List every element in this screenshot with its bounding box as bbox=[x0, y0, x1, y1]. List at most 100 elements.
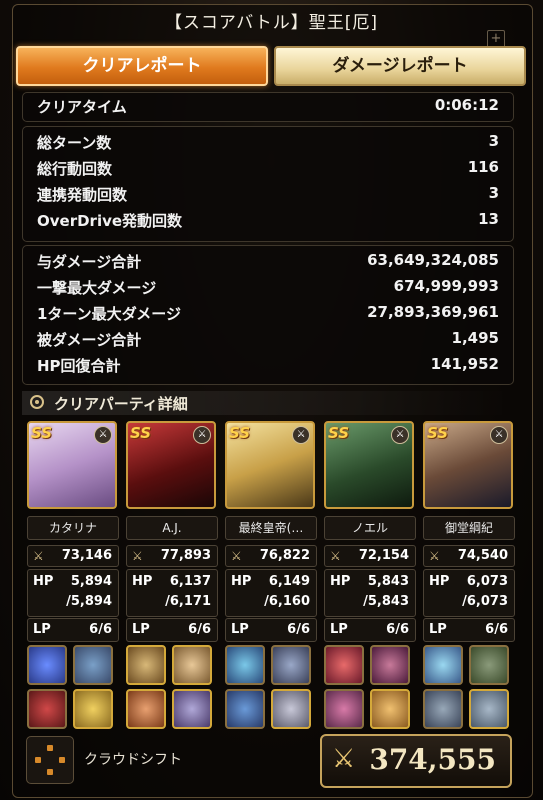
stat-label: 連携発動回数 bbox=[37, 186, 128, 204]
crossed-swords-icon: ⚔ bbox=[330, 549, 341, 563]
character-name: A.J. bbox=[126, 516, 218, 540]
lp-label: LP bbox=[231, 622, 249, 637]
dot-icon bbox=[35, 757, 41, 763]
lp-value: 6/6 bbox=[386, 622, 409, 637]
lp-label: LP bbox=[330, 622, 348, 637]
stat-value: 63,649,324,085 bbox=[367, 251, 499, 269]
hp-label: HP bbox=[231, 574, 252, 589]
style-rank-badge: SS bbox=[427, 424, 449, 442]
party-list: SS ⚔ カタリナ ⚔ 73,146 HP 5,894 /5,894 LP 6/… bbox=[27, 421, 517, 729]
hp-current: 6,149 bbox=[268, 574, 310, 589]
accessory-equip-icon[interactable] bbox=[469, 689, 509, 729]
lp-label: LP bbox=[33, 622, 51, 637]
party-member[interactable]: SS ⚔ 御堂綱紀 ⚔ 74,540 HP 6,073 /6,073 LP 6/… bbox=[423, 421, 517, 729]
hp-box: HP 5,843 /5,843 bbox=[324, 569, 416, 617]
lp-box: LP 6/6 bbox=[27, 618, 119, 642]
power-value: 77,893 bbox=[160, 548, 211, 563]
character-portrait[interactable]: SS ⚔ bbox=[324, 421, 414, 509]
style-rank-badge: SS bbox=[31, 424, 53, 442]
lp-label: LP bbox=[429, 622, 447, 637]
stat-label: 総ターン数 bbox=[37, 134, 112, 152]
crossed-swords-icon: ⚔ bbox=[231, 549, 242, 563]
target-icon bbox=[30, 395, 44, 409]
weapon-equip-icon[interactable] bbox=[423, 645, 463, 685]
weapon-equip-icon[interactable] bbox=[324, 645, 364, 685]
tab-clear-report[interactable]: クリアレポート bbox=[16, 46, 268, 86]
armor-equip-icon[interactable] bbox=[73, 645, 113, 685]
party-member[interactable]: SS ⚔ カタリナ ⚔ 73,146 HP 5,894 /5,894 LP 6/… bbox=[27, 421, 121, 729]
lp-label: LP bbox=[132, 622, 150, 637]
dot-icon bbox=[47, 769, 53, 775]
accessory-equip-icon[interactable] bbox=[172, 689, 212, 729]
armor-equip-icon[interactable] bbox=[370, 645, 410, 685]
stat-value: 13 bbox=[478, 210, 499, 228]
total-power-box: ⚔ 374,555 bbox=[320, 734, 512, 788]
power-bar: ⚔ 72,154 bbox=[324, 545, 416, 567]
stat-value: 141,952 bbox=[430, 355, 499, 373]
dot-icon bbox=[47, 745, 53, 751]
stat-value: 116 bbox=[467, 158, 499, 176]
stat-value: 1,495 bbox=[451, 329, 499, 347]
stat-label: 被ダメージ合計 bbox=[37, 331, 142, 349]
sword-icon: ⚔ bbox=[94, 426, 112, 444]
hp-box: HP 6,073 /6,073 bbox=[423, 569, 515, 617]
power-value: 74,540 bbox=[457, 548, 508, 563]
power-bar: ⚔ 74,540 bbox=[423, 545, 515, 567]
accessory-equip-icon[interactable] bbox=[73, 689, 113, 729]
party-member[interactable]: SS ⚔ ノエル ⚔ 72,154 HP 5,843 /5,843 LP 6/6 bbox=[324, 421, 418, 729]
hp-max: /5,894 bbox=[66, 594, 112, 609]
cloud-shift-button[interactable] bbox=[26, 736, 74, 784]
stat-value: 3 bbox=[488, 132, 499, 150]
power-value: 76,822 bbox=[259, 548, 310, 563]
stat-row: 被ダメージ合計 1,495 bbox=[23, 326, 513, 352]
hp-label: HP bbox=[132, 574, 153, 589]
stat-label: 一撃最大ダメージ bbox=[37, 279, 157, 297]
power-value: 73,146 bbox=[61, 548, 112, 563]
power-bar: ⚔ 76,822 bbox=[225, 545, 317, 567]
armor-equip-icon[interactable] bbox=[469, 645, 509, 685]
power-bar: ⚔ 77,893 bbox=[126, 545, 218, 567]
stat-row: HP回復合計 141,952 bbox=[23, 352, 513, 378]
page-title: 【スコアバトル】聖王[厄] bbox=[164, 13, 379, 33]
character-portrait[interactable]: SS ⚔ bbox=[423, 421, 513, 509]
stat-row: OverDrive発動回数 13 bbox=[23, 207, 513, 233]
stat-label: 総行動回数 bbox=[37, 160, 113, 178]
tab-damage-report[interactable]: ダメージレポート bbox=[274, 46, 526, 86]
cloud-shift-label: クラウドシフト bbox=[84, 752, 182, 768]
armor-equip-icon[interactable] bbox=[172, 645, 212, 685]
party-member[interactable]: SS ⚔ 最終皇帝(… ⚔ 76,822 HP 6,149 /6,160 LP … bbox=[225, 421, 319, 729]
hp-max: /5,843 bbox=[363, 594, 409, 609]
shield-equip-icon[interactable] bbox=[324, 689, 364, 729]
weapon-equip-icon[interactable] bbox=[27, 645, 67, 685]
character-name: ノエル bbox=[324, 516, 416, 540]
stat-value: 674,999,993 bbox=[393, 277, 499, 295]
hp-max: /6,073 bbox=[462, 594, 508, 609]
crossed-swords-icon: ⚔ bbox=[429, 549, 440, 563]
weapon-equip-icon[interactable] bbox=[126, 645, 166, 685]
stat-row: 1ターン最大ダメージ 27,893,369,961 bbox=[23, 300, 513, 326]
power-bar: ⚔ 73,146 bbox=[27, 545, 119, 567]
crossed-swords-icon: ⚔ bbox=[132, 549, 143, 563]
clear-time-row: クリアタイム 0:06:12 bbox=[23, 93, 513, 121]
stat-label: OverDrive発動回数 bbox=[37, 212, 183, 230]
stat-label: クリアタイム bbox=[37, 98, 127, 116]
character-portrait[interactable]: SS ⚔ bbox=[27, 421, 117, 509]
dot-icon bbox=[59, 757, 65, 763]
crossed-swords-icon: ⚔ bbox=[33, 549, 44, 563]
damage-stats-box: 与ダメージ合計 63,649,324,085 一撃最大ダメージ 674,999,… bbox=[22, 245, 514, 385]
accessory-equip-icon[interactable] bbox=[370, 689, 410, 729]
crossed-swords-icon: ⚔ bbox=[332, 744, 356, 774]
character-portrait[interactable]: SS ⚔ bbox=[126, 421, 216, 509]
sword-icon: ⚔ bbox=[193, 426, 211, 444]
shield-equip-icon[interactable] bbox=[423, 689, 463, 729]
character-portrait[interactable]: SS ⚔ bbox=[225, 421, 315, 509]
shield-equip-icon[interactable] bbox=[225, 689, 265, 729]
shield-equip-icon[interactable] bbox=[126, 689, 166, 729]
hp-box: HP 5,894 /5,894 bbox=[27, 569, 119, 617]
party-member[interactable]: SS ⚔ A.J. ⚔ 77,893 HP 6,137 /6,171 LP 6/… bbox=[126, 421, 220, 729]
hp-current: 5,843 bbox=[367, 574, 409, 589]
armor-equip-icon[interactable] bbox=[271, 645, 311, 685]
accessory-equip-icon[interactable] bbox=[271, 689, 311, 729]
shield-equip-icon[interactable] bbox=[27, 689, 67, 729]
weapon-equip-icon[interactable] bbox=[225, 645, 265, 685]
